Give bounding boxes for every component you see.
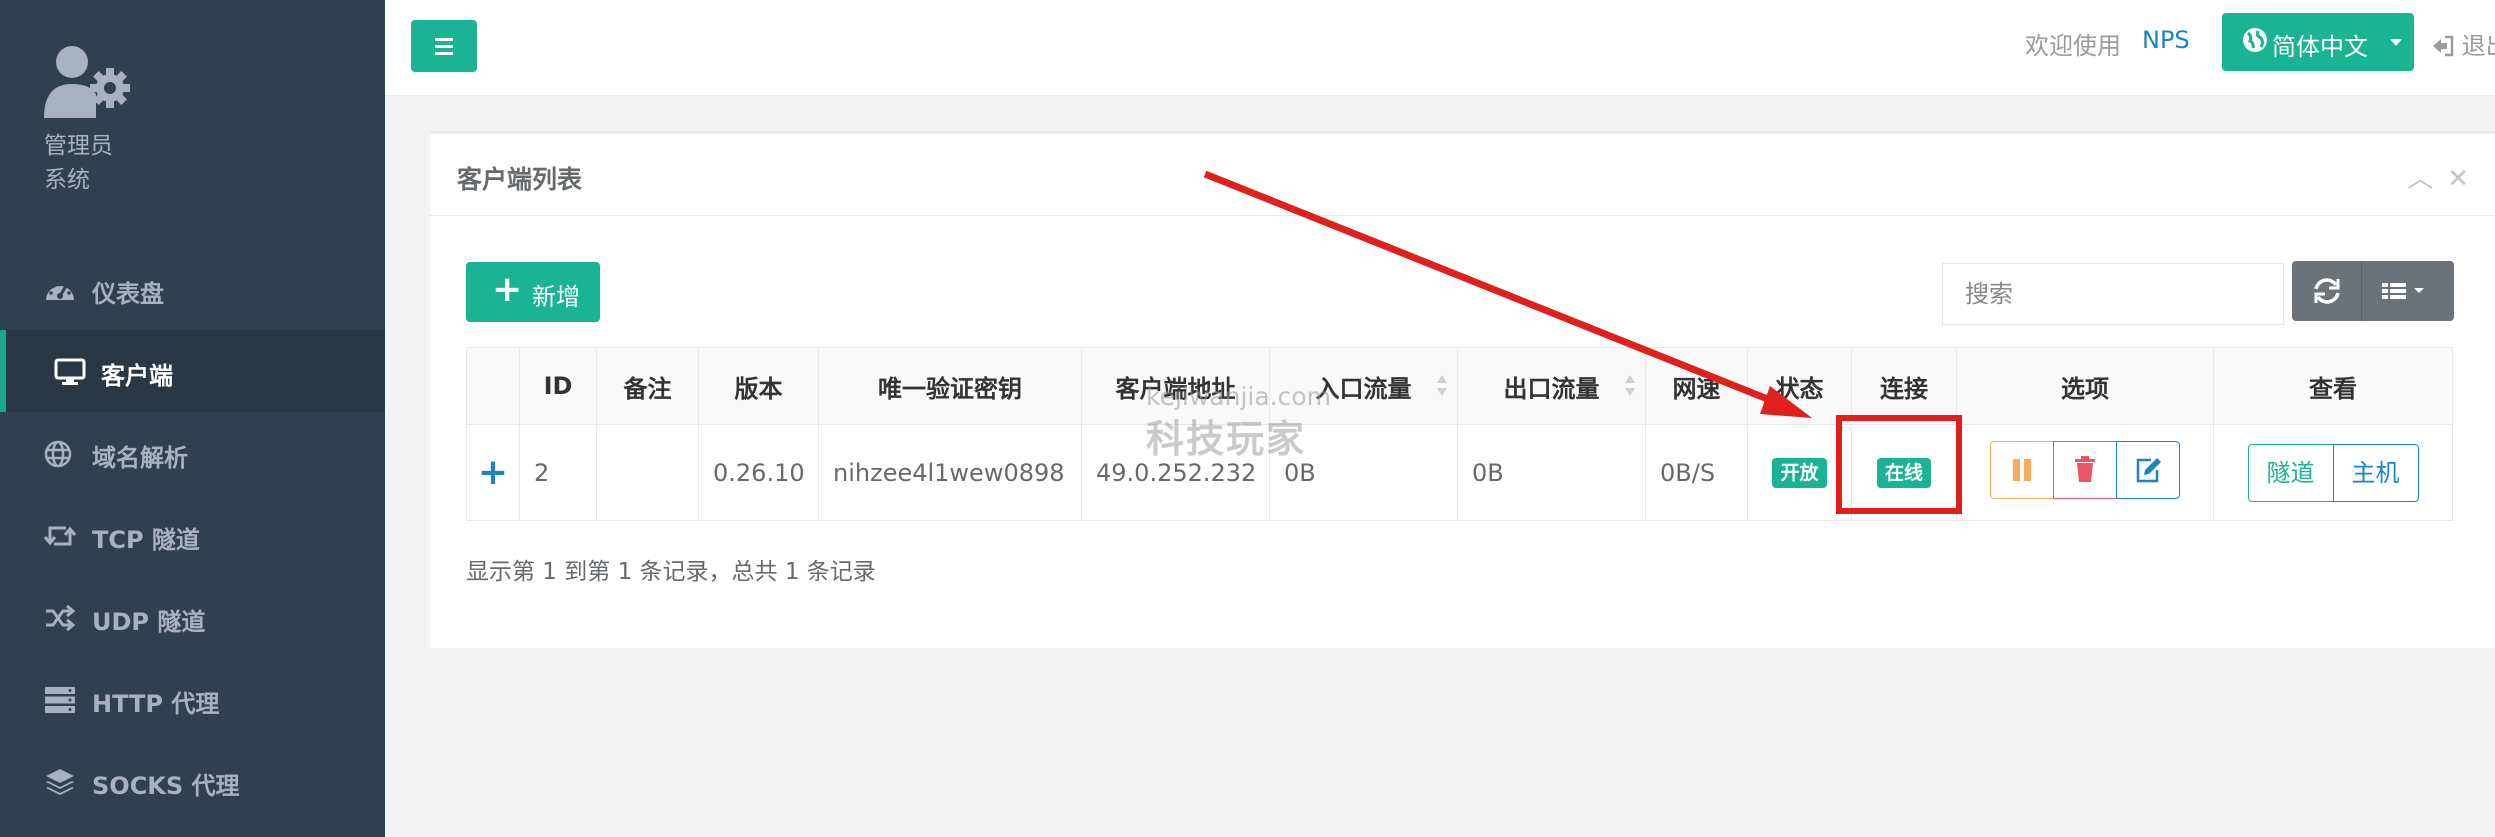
layers-icon [46, 769, 74, 795]
sidebar-item-http[interactable]: HTTP 代理 [0, 658, 385, 740]
cell-vkey: nihzee4l1wew0898 [818, 424, 1082, 521]
add-label: 新增 [532, 283, 580, 311]
table-row: + 2 0.26.10 nihzee4l1wew0898 49.0.252.23… [466, 424, 2453, 521]
view-tunnel-button[interactable]: 隧道 [2247, 443, 2334, 502]
retweet-icon [44, 526, 76, 546]
panel-header: 客户端列表 ︿ ✕ [430, 134, 2495, 216]
pagination-info: 显示第 1 到第 1 条记录，总共 1 条记录 [466, 559, 876, 585]
sidebar: 管理员 系统 仪表盘 客户端 域名解析 TCP 隧道 UDP 隧道 HTTP 代… [0, 0, 385, 837]
search-input[interactable] [1942, 263, 2284, 325]
top-navbar: 欢迎使用 NPS 简体中文 退出 [385, 0, 2495, 96]
desktop-icon [54, 358, 86, 385]
sidebar-item-label: 仪表盘 [92, 280, 164, 308]
sign-out-icon [2433, 35, 2454, 57]
refresh-button[interactable] [2292, 261, 2362, 321]
view-host-button[interactable]: 主机 [2332, 443, 2419, 502]
server-icon [45, 687, 75, 713]
sort-icon [1625, 375, 1635, 399]
edit-icon [2136, 458, 2161, 483]
expand-column-header [466, 347, 520, 425]
caret-down-icon [2390, 39, 2402, 46]
view-buttons: 隧道 主机 [2247, 443, 2419, 502]
close-icon[interactable]: ✕ [2447, 164, 2469, 194]
cell-options [1956, 424, 2214, 521]
client-table: ID 备注 版本 唯一验证密钥 客户端地址 入口流量 出口流量 网速 状态 连接… [466, 347, 2453, 521]
logout-label: 退出 [2461, 32, 2495, 60]
profile: 管理员 系统 [44, 40, 344, 200]
sidebar-item-label: TCP 隧道 [92, 526, 200, 554]
cell-status: 开放 [1747, 424, 1852, 521]
expand-row-button[interactable]: + [466, 424, 520, 521]
edit-button[interactable] [2116, 441, 2180, 499]
dashboard-icon [46, 281, 74, 300]
table-header-row: ID 备注 版本 唯一验证密钥 客户端地址 入口流量 出口流量 网速 状态 连接… [466, 347, 2453, 425]
panel-title: 客户端列表 [457, 165, 583, 194]
trash-icon [2075, 456, 2095, 482]
language-label: 简体中文 [2272, 33, 2368, 61]
cell-id: 2 [519, 424, 597, 521]
hamburger-icon [435, 38, 453, 55]
cell-export-flow: 0B [1457, 424, 1646, 521]
cell-speed: 0B/S [1645, 424, 1748, 521]
watermark-text: 科技玩家 [1146, 416, 1307, 461]
sidebar-item-dashboard[interactable]: 仪表盘 [0, 248, 385, 330]
add-client-button[interactable]: + 新增 [466, 262, 600, 322]
sidebar-item-label: UDP 隧道 [92, 608, 206, 636]
columns-toggle-button[interactable] [2362, 261, 2454, 321]
th-list-icon [2382, 283, 2424, 299]
globe-icon [2243, 28, 2267, 52]
cell-view: 隧道 主机 [2213, 424, 2453, 521]
plus-icon: + [477, 452, 509, 493]
client-list-panel: 客户端列表 ︿ ✕ + 新增 搜索 ID 备注 版本 唯一验证密钥 客户端地址 … [430, 131, 2495, 648]
column-header[interactable]: ID [519, 347, 597, 425]
sort-icon [1437, 375, 1447, 399]
sidebar-item-label: HTTP 代理 [92, 690, 220, 718]
plus-icon: + [492, 269, 523, 310]
sidebar-item-domain[interactable]: 域名解析 [0, 412, 385, 494]
column-header[interactable]: 状态 [1747, 347, 1852, 425]
profile-name: 管理员 [44, 133, 113, 159]
language-dropdown[interactable]: 简体中文 [2222, 13, 2414, 71]
connection-badge: 在线 [1876, 458, 1931, 488]
sidebar-item-label: 客户端 [101, 362, 173, 390]
panel-tools: ︿ ✕ [2393, 158, 2469, 195]
column-header[interactable]: 备注 [596, 347, 699, 425]
column-header[interactable]: 连接 [1851, 347, 1957, 425]
sidebar-item-socks[interactable]: SOCKS 代理 [0, 740, 385, 822]
delete-button[interactable] [2053, 441, 2117, 499]
profile-role: 系统 [44, 167, 90, 193]
column-header[interactable]: 版本 [698, 347, 819, 425]
sidebar-item-udp[interactable]: UDP 隧道 [0, 576, 385, 658]
status-badge: 开放 [1772, 458, 1827, 488]
column-header[interactable]: 选项 [1956, 347, 2214, 425]
brand-link[interactable]: NPS [2142, 26, 2190, 54]
collapse-chevron-up-icon[interactable]: ︿ [2407, 164, 2433, 194]
sidebar-item-label: SOCKS 代理 [92, 772, 240, 800]
cell-version: 0.26.10 [698, 424, 819, 521]
cell-remark [596, 424, 699, 521]
refresh-icon [2314, 278, 2340, 304]
sidebar-item-tcp[interactable]: TCP 隧道 [0, 494, 385, 576]
column-header[interactable]: 唯一验证密钥 [818, 347, 1082, 425]
pause-button[interactable] [1990, 441, 2054, 499]
welcome-text: 欢迎使用 [2025, 32, 2121, 60]
cell-connection: 在线 [1851, 424, 1957, 521]
column-header[interactable]: 网速 [1645, 347, 1748, 425]
random-icon [46, 604, 76, 632]
sidebar-item-clients[interactable]: 客户端 [0, 330, 385, 412]
pause-icon [2013, 459, 2031, 481]
option-buttons [1990, 441, 2180, 499]
logout-link[interactable]: 退出 [2432, 26, 2495, 61]
watermark-url: kejiwanjia.com [1146, 382, 1332, 411]
menu-toggle-button[interactable] [411, 20, 477, 72]
globe-icon [44, 440, 72, 468]
sortable-column-header[interactable]: 出口流量 [1457, 347, 1646, 425]
column-header[interactable]: 查看 [2213, 347, 2453, 425]
sidebar-item-label: 域名解析 [92, 444, 188, 472]
user-gear-icon [44, 46, 130, 118]
table-toolbar [2292, 261, 2454, 321]
